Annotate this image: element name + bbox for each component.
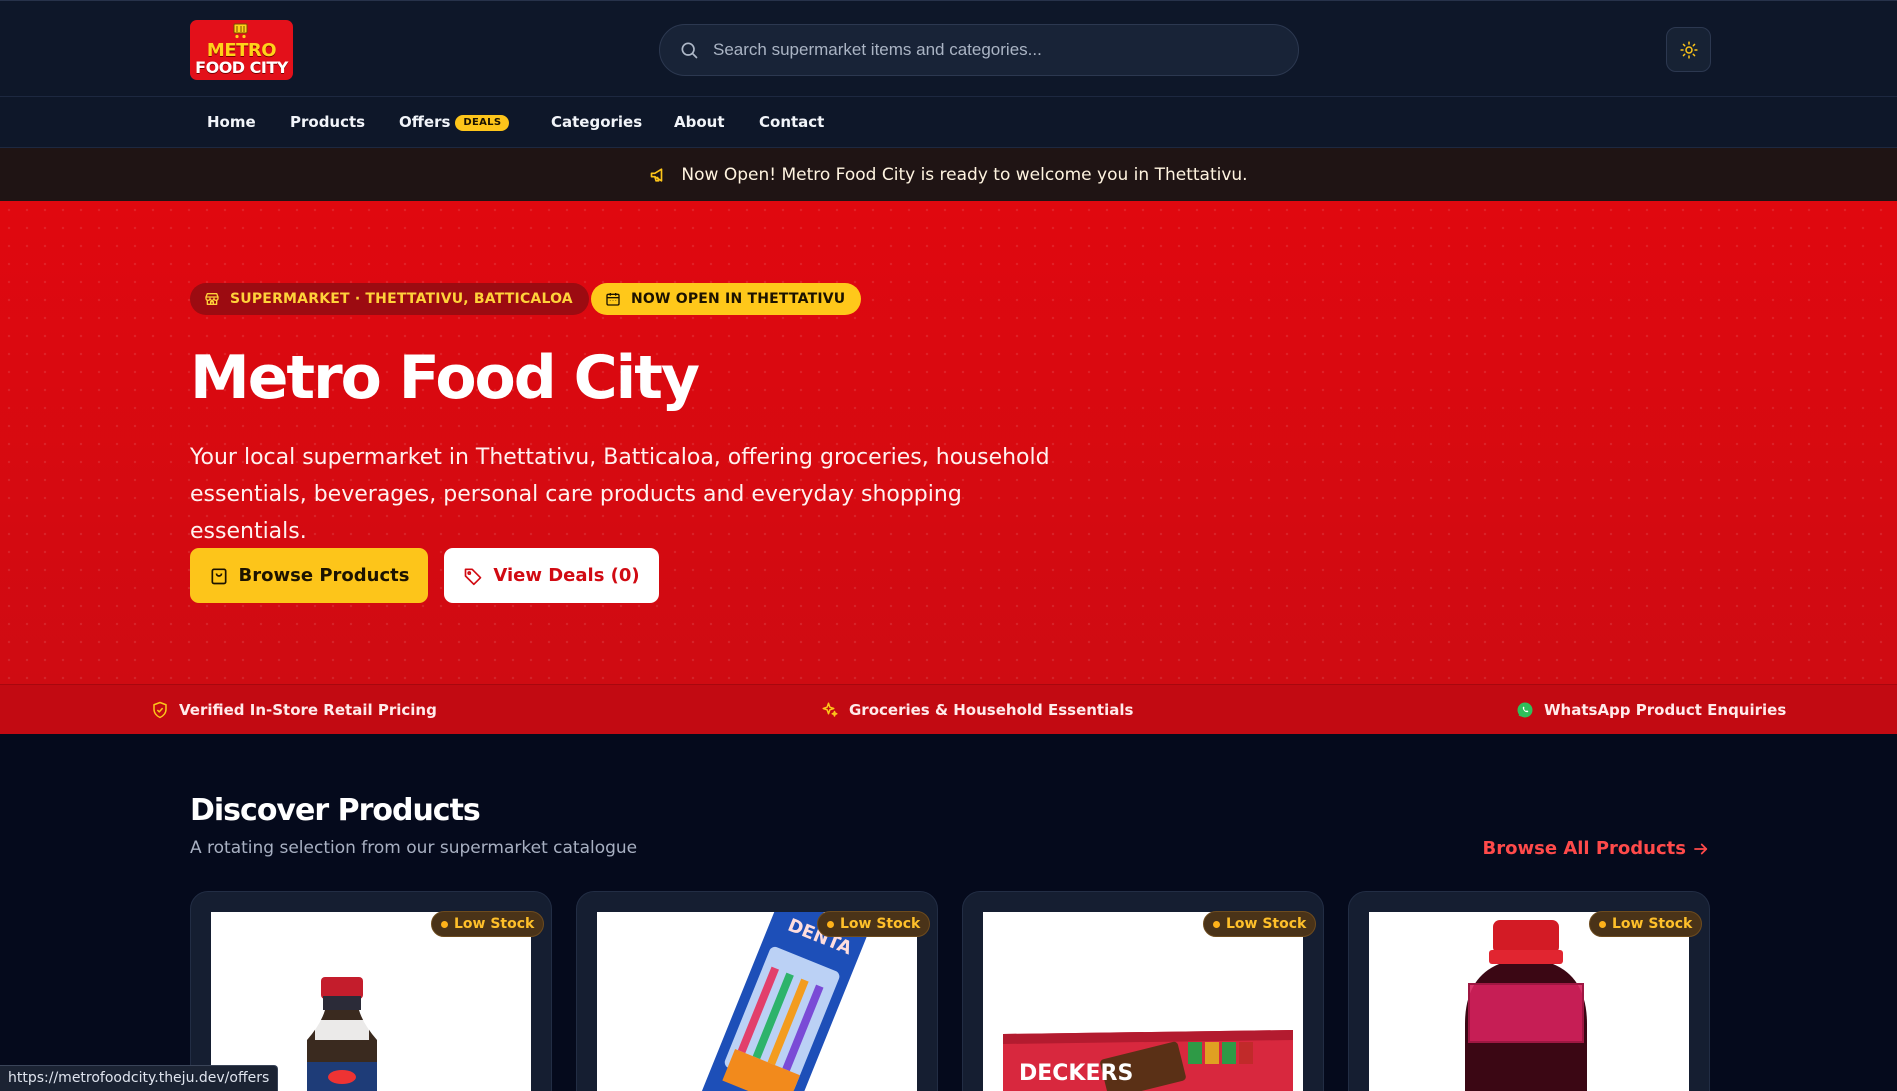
feature-groceries: Groceries & Household Essentials <box>821 685 1133 735</box>
announcement-text: Now Open! Metro Food City is ready to we… <box>681 164 1248 185</box>
rose-colour-bottle-image <box>1465 920 1587 1091</box>
whatsapp-icon <box>1517 702 1533 718</box>
toothbrush-pack-image: DENTA <box>697 912 867 1091</box>
nav-products[interactable]: Products <box>290 97 365 148</box>
deals-badge: DEALS <box>455 115 510 131</box>
site-logo[interactable]: METRO FOOD CITY <box>190 20 293 80</box>
hero-section: SUPERMARKET · THETTATIVU, BATTICALOA NOW… <box>0 201 1897 684</box>
feature-verified-pricing: Verified In-Store Retail Pricing <box>151 685 437 735</box>
nav-about[interactable]: About <box>674 97 725 148</box>
browse-all-label: Browse All Products <box>1482 838 1686 859</box>
stock-badge-label: Low Stock <box>1226 916 1307 932</box>
store-icon <box>205 293 219 305</box>
view-deals-button[interactable]: View Deals (0) <box>444 548 659 603</box>
location-pill-label: SUPERMARKET · THETTATIVU, BATTICALOA <box>230 291 573 307</box>
discover-subtitle: A rotating selection from our supermarke… <box>190 838 638 858</box>
product-card[interactable]: DENTA Low Stock <box>576 891 938 1091</box>
product-image[interactable]: DENTA <box>597 912 917 1091</box>
calendar-icon <box>606 293 620 306</box>
browse-products-button[interactable]: Browse Products <box>190 548 428 603</box>
feature-verified-pricing-label: Verified In-Store Retail Pricing <box>179 701 437 719</box>
stock-badge: Low Stock <box>817 911 931 937</box>
search-icon <box>681 42 698 59</box>
stock-badge: Low Stock <box>1203 911 1317 937</box>
view-deals-label: View Deals (0) <box>493 565 640 586</box>
nav-home[interactable]: Home <box>207 97 256 148</box>
stock-badge-label: Low Stock <box>454 916 535 932</box>
now-open-pill: NOW OPEN IN THETTATIVU <box>591 283 862 315</box>
main-nav: Home Products Offers DEALS Categories Abo… <box>0 97 1897 148</box>
arrow-right-icon <box>1694 843 1708 854</box>
product-card[interactable]: Low Stock <box>190 891 552 1091</box>
sparkles-icon <box>822 702 838 717</box>
stock-badge-label: Low Stock <box>840 916 921 932</box>
cart-icon <box>233 23 248 39</box>
megaphone-icon <box>651 167 663 182</box>
search-bar[interactable] <box>659 24 1299 76</box>
tag-icon <box>465 568 482 585</box>
feature-whatsapp-label: WhatsApp Product Enquiries <box>1544 701 1787 719</box>
browse-products-label: Browse Products <box>238 565 410 586</box>
logo-text-line2: FOOD CITY <box>195 58 288 77</box>
browse-all-products-link[interactable]: Browse All Products <box>1483 838 1710 859</box>
shield-check-icon <box>153 701 167 719</box>
stock-badge: Low Stock <box>431 911 545 937</box>
nav-categories[interactable]: Categories <box>551 97 642 148</box>
sun-icon <box>1679 40 1698 59</box>
now-open-pill-label: NOW OPEN IN THETTATIVU <box>631 291 846 307</box>
search-input[interactable] <box>713 40 1273 60</box>
top-header: METRO FOOD CITY <box>0 0 1897 97</box>
nav-offers-label: Offers <box>399 113 451 131</box>
feature-groceries-label: Groceries & Household Essentials <box>849 701 1134 719</box>
product-card[interactable]: DECKERS Low Stock <box>962 891 1324 1091</box>
product-image[interactable] <box>1369 912 1689 1091</box>
hero-title: Metro Food City <box>190 343 700 413</box>
status-url-tooltip: https://metrofoodcity.theju.dev/offers <box>0 1065 279 1091</box>
discover-title: Discover Products <box>190 793 481 828</box>
stock-badge: Low Stock <box>1589 911 1703 937</box>
announcement-bar: Now Open! Metro Food City is ready to we… <box>0 148 1897 201</box>
pack-brand-text: DECKERS <box>1019 1061 1133 1086</box>
features-strip: Verified In-Store Retail Pricing Groceri… <box>0 684 1897 734</box>
stock-badge-label: Low Stock <box>1612 916 1693 932</box>
feature-whatsapp: WhatsApp Product Enquiries <box>1516 685 1786 735</box>
location-pill: SUPERMARKET · THETTATIVU, BATTICALOA <box>190 283 589 315</box>
nav-offers[interactable]: Offers DEALS <box>399 97 510 148</box>
hero-description: Your local supermarket in Thettativu, Ba… <box>190 445 1050 544</box>
shopping-bag-icon <box>211 568 227 584</box>
chocolate-bar-image: DECKERS <box>1003 1030 1293 1091</box>
product-image[interactable]: DECKERS <box>983 912 1303 1091</box>
product-card[interactable]: Low Stock <box>1348 891 1710 1091</box>
theme-toggle-button[interactable] <box>1666 27 1711 72</box>
nav-contact[interactable]: Contact <box>759 97 824 148</box>
